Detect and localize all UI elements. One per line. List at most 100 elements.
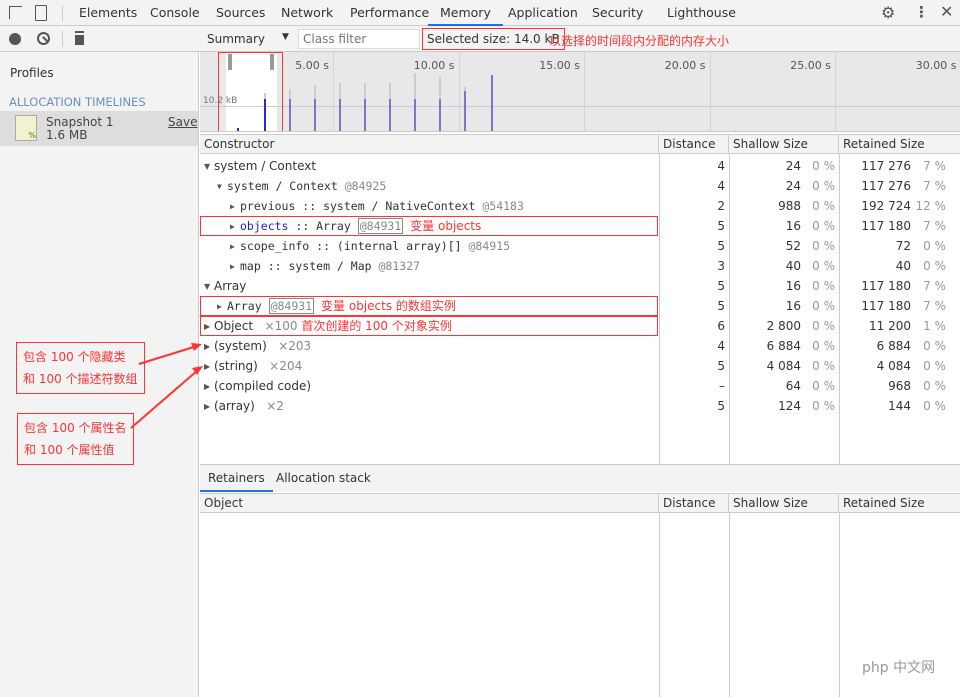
timeline-alloc-bar bbox=[464, 91, 466, 131]
column-constructor[interactable]: Constructor bbox=[200, 135, 659, 154]
table-row[interactable]: ▶ (string) ×204 5 4 084 0 % 4 084 0 % bbox=[200, 356, 960, 376]
constructor-cell: ▼ system / Context bbox=[204, 156, 316, 177]
arrow-line bbox=[138, 345, 198, 365]
timeline-alloc-bar bbox=[289, 99, 291, 131]
retained-percent-cell: 0 % bbox=[923, 339, 946, 353]
timeline-alloc-bar bbox=[491, 75, 493, 131]
shallow-size-cell: 40 bbox=[785, 259, 801, 273]
table-row[interactable]: ▶ map :: system / Map @81327 3 40 0 % 40 0 % bbox=[200, 256, 960, 276]
collapsed-triangle-icon[interactable]: ▶ bbox=[204, 357, 214, 377]
shallow-size-cell: 16 bbox=[785, 219, 801, 233]
table-row[interactable]: ▼ Array 5 16 0 % 117 180 7 % bbox=[200, 276, 960, 296]
shallow-size-cell: 124 bbox=[778, 399, 801, 413]
timeline-gridline bbox=[835, 52, 836, 131]
retained-size-cell: 11 200 bbox=[869, 319, 911, 333]
retained-percent-cell: 7 % bbox=[923, 279, 946, 293]
table-row[interactable]: ▼ system / Context @84925 4 24 0 % 117 276 7 % bbox=[200, 176, 960, 196]
expanded-triangle-icon[interactable]: ▼ bbox=[204, 157, 214, 177]
table-row[interactable]: ▶ (compiled code) – 64 0 % 968 0 % bbox=[200, 376, 960, 396]
constructor-name: previous :: system / NativeContext bbox=[240, 199, 476, 213]
table-row[interactable]: ▶ (system) ×203 4 6 884 0 % 6 884 0 % bbox=[200, 336, 960, 356]
shallow-size-cell: 16 bbox=[785, 279, 801, 293]
column-retained-size[interactable]: Retained Size bbox=[839, 135, 960, 154]
retained-percent-cell: 12 % bbox=[915, 199, 947, 213]
shallow-percent-cell: 0 % bbox=[812, 199, 835, 213]
retained-size-cell: 144 bbox=[888, 399, 911, 413]
retained-size-cell: 117 276 bbox=[861, 179, 911, 193]
column-distance[interactable]: Distance bbox=[659, 494, 729, 513]
shallow-size-cell: 64 bbox=[785, 379, 801, 393]
retained-size-cell: 117 276 bbox=[861, 159, 911, 173]
column-shallow-size[interactable]: Shallow Size bbox=[729, 135, 839, 154]
distance-cell: 4 bbox=[717, 179, 725, 193]
collapsed-triangle-icon[interactable]: ▶ bbox=[204, 377, 214, 397]
timeline-alloc-bar bbox=[414, 99, 416, 131]
column-retained-size[interactable]: Retained Size bbox=[839, 494, 960, 513]
table-row[interactable]: ▶ (array) ×2 5 124 0 % 144 0 % bbox=[200, 396, 960, 416]
tab-allocation-stack[interactable]: Allocation stack bbox=[268, 465, 379, 492]
collapsed-triangle-icon[interactable]: ▶ bbox=[230, 237, 240, 257]
collapsed-triangle-icon[interactable]: ▶ bbox=[204, 397, 214, 417]
highlight-box bbox=[200, 216, 658, 236]
shallow-size-cell: 2 800 bbox=[766, 319, 801, 333]
distance-cell: 4 bbox=[717, 339, 725, 353]
table-row[interactable]: ▶ Object ×100 首次创建的 100 个对象实例 6 2 800 0 % 11 … bbox=[200, 316, 960, 336]
tab-retainers[interactable]: Retainers bbox=[200, 465, 273, 492]
instance-count: ×204 bbox=[269, 359, 303, 373]
highlight-box bbox=[200, 296, 658, 316]
distance-cell: 5 bbox=[717, 239, 725, 253]
timeline-gridline bbox=[458, 52, 460, 131]
retainers-table-header: Object Distance Shallow Size Retained Si… bbox=[200, 493, 960, 513]
expanded-triangle-icon[interactable]: ▼ bbox=[204, 277, 214, 297]
collapsed-triangle-icon[interactable]: ▶ bbox=[230, 197, 240, 217]
constructor-cell: ▶ (string) ×204 bbox=[204, 356, 302, 377]
shallow-size-cell: 4 084 bbox=[766, 359, 801, 373]
timeline-alloc-bar bbox=[439, 99, 441, 131]
timeline-alloc-bar bbox=[339, 99, 341, 131]
constructor-cell: ▶ (array) ×2 bbox=[204, 396, 284, 417]
constructor-cell: ▶ scope_info :: (internal array)[] @84915 bbox=[230, 236, 510, 257]
table-row[interactable]: ▶ objects :: Array @84931 变量 objects 5 16 0 … bbox=[200, 216, 960, 236]
distance-cell: 5 bbox=[717, 279, 725, 293]
arrow-line bbox=[130, 369, 199, 429]
constructor-name: (compiled code) bbox=[214, 379, 312, 393]
lower-pane-tabs: Retainers Allocation stack bbox=[200, 464, 960, 492]
retained-percent-cell: 7 % bbox=[923, 179, 946, 193]
distance-cell: 6 bbox=[717, 319, 725, 333]
retained-size-cell: 40 bbox=[895, 259, 911, 273]
constructor-name: (system) bbox=[214, 339, 267, 353]
distance-cell: 3 bbox=[717, 259, 725, 273]
table-row[interactable]: ▶ scope_info :: (internal array)[] @84915… bbox=[200, 236, 960, 256]
collapsed-triangle-icon[interactable]: ▶ bbox=[204, 337, 214, 357]
retained-size-cell: 6 884 bbox=[876, 339, 911, 353]
retained-percent-cell: 1 % bbox=[923, 319, 946, 333]
distance-cell: 5 bbox=[717, 219, 725, 233]
timeline-alloc-bar bbox=[389, 99, 391, 131]
column-object[interactable]: Object bbox=[200, 494, 659, 513]
constructor-cell: ▼ system / Context @84925 bbox=[217, 176, 386, 197]
table-row[interactable]: ▶ Array @84931 变量 objects 的数组实例 5 16 0 % 117 … bbox=[200, 296, 960, 316]
retained-percent-cell: 7 % bbox=[923, 159, 946, 173]
collapsed-triangle-icon[interactable]: ▶ bbox=[230, 257, 240, 277]
constructor-cell: ▼ Array bbox=[204, 276, 246, 297]
timeline-alloc-bar bbox=[314, 99, 316, 131]
column-shallow-size[interactable]: Shallow Size bbox=[729, 494, 839, 513]
timeline-tick-label: 25.00 s bbox=[790, 59, 831, 72]
shallow-percent-cell: 0 % bbox=[812, 339, 835, 353]
constructor-name: system / Context bbox=[214, 159, 317, 173]
column-distance[interactable]: Distance bbox=[659, 135, 729, 154]
object-id: @54183 bbox=[482, 199, 524, 213]
table-row[interactable]: ▶ previous :: system / NativeContext @541… bbox=[200, 196, 960, 216]
shallow-size-cell: 16 bbox=[785, 299, 801, 313]
allocation-timeline[interactable]: 10.2 kB 5.00 s 10.00 s 15.00 s 20.00 s 25.00… bbox=[200, 52, 960, 132]
shallow-percent-cell: 0 % bbox=[812, 219, 835, 233]
table-row[interactable]: ▼ system / Context 4 24 0 % 117 276 7 % bbox=[200, 156, 960, 176]
shallow-percent-cell: 0 % bbox=[812, 159, 835, 173]
distance-cell: 5 bbox=[717, 399, 725, 413]
instance-count: ×203 bbox=[278, 339, 312, 353]
timeline-alloc-bar bbox=[364, 99, 366, 131]
timeline-tick-label: 30.00 s bbox=[915, 59, 957, 72]
retained-size-cell: 192 724 bbox=[861, 199, 911, 213]
expanded-triangle-icon[interactable]: ▼ bbox=[217, 177, 227, 197]
shallow-percent-cell: 0 % bbox=[812, 239, 835, 253]
